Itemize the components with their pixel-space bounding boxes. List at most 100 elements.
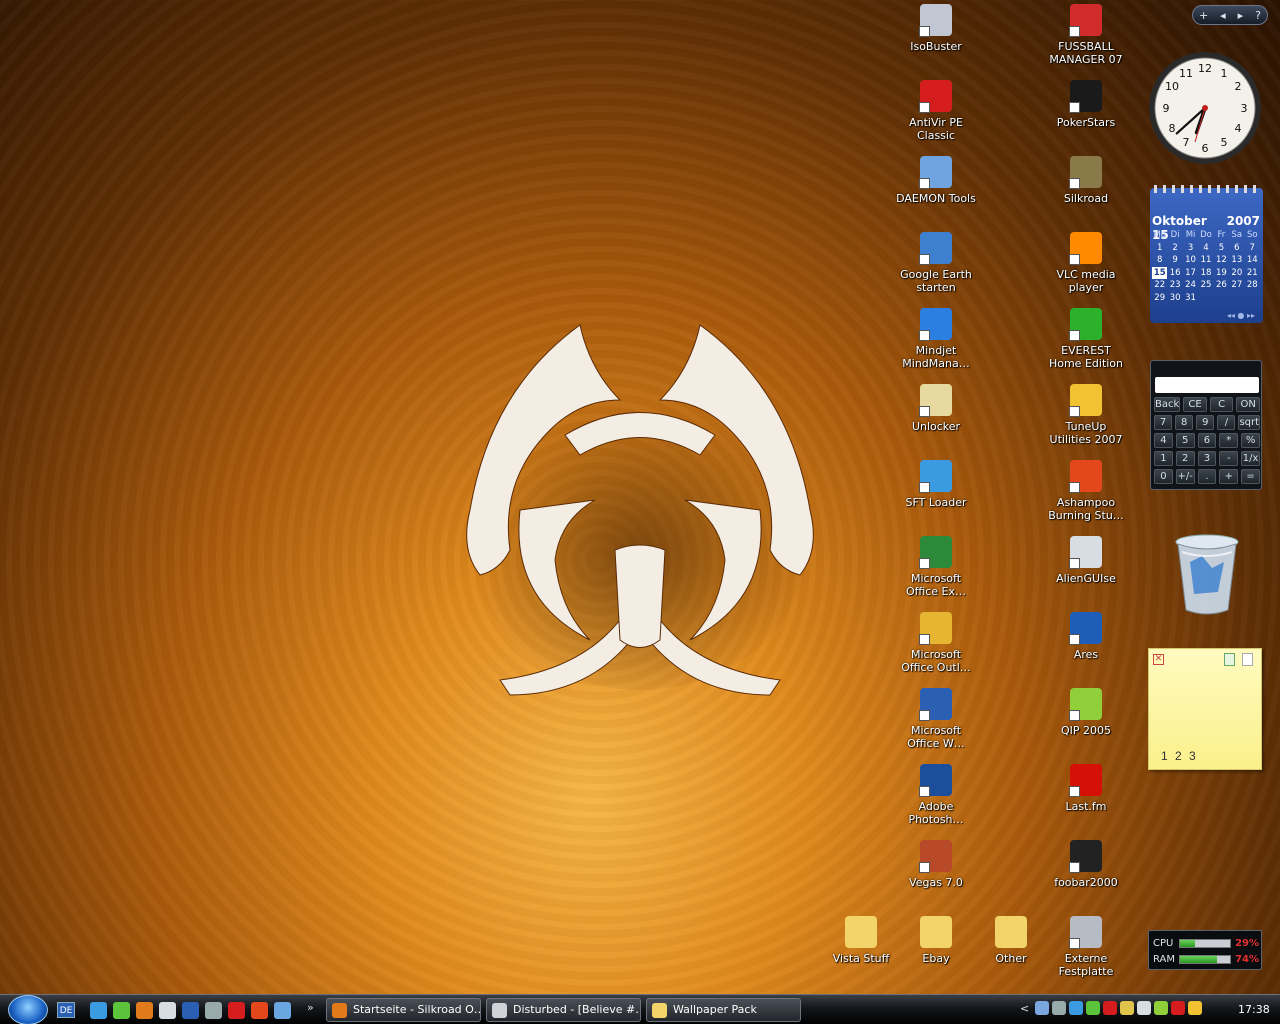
quick-launch-more-button[interactable]: » <box>307 1001 314 1014</box>
desktop-icon[interactable]: Silkroad <box>1046 156 1126 205</box>
desktop-icon[interactable]: VLC media player <box>1046 232 1126 294</box>
calculator-key[interactable]: % <box>1241 433 1260 448</box>
quick-launch-app-icon[interactable] <box>251 1002 268 1019</box>
quick-launch-app-icon[interactable] <box>205 1002 222 1019</box>
recycle-bin-icon[interactable] <box>1172 532 1242 616</box>
calendar-day[interactable]: 16 <box>1167 267 1182 280</box>
quick-launch-app-icon[interactable] <box>136 1002 153 1019</box>
calculator-key[interactable]: 2 <box>1175 451 1195 466</box>
tray-app-icon[interactable] <box>1035 1001 1050 1015</box>
calculator-key[interactable]: Back <box>1154 397 1181 412</box>
calendar-day[interactable]: 25 <box>1198 279 1213 292</box>
notes-gadget[interactable]: ✕ 1 2 3 <box>1148 648 1262 770</box>
tray-app-icon[interactable] <box>1103 1001 1118 1015</box>
calculator-key[interactable]: 4 <box>1154 433 1173 448</box>
calculator-key[interactable]: 0 <box>1154 469 1173 484</box>
desktop-icon[interactable]: EVEREST Home Edition <box>1046 308 1126 370</box>
quick-launch-app-icon[interactable] <box>159 1002 176 1019</box>
desktop-icon[interactable]: DAEMON Tools <box>896 156 976 205</box>
calculator-key[interactable]: 6 <box>1197 433 1217 448</box>
desktop-icon[interactable]: Other <box>971 916 1051 965</box>
desktop-icon[interactable]: Mindjet MindMana… <box>896 308 976 370</box>
calculator-key[interactable]: CE <box>1183 397 1207 412</box>
calculator-key[interactable]: 8 <box>1175 415 1194 430</box>
calendar-day[interactable]: 28 <box>1245 279 1260 292</box>
desktop-icon[interactable]: Google Earth starten <box>896 232 976 294</box>
tray-app-icon[interactable] <box>1120 1001 1135 1015</box>
calculator-key[interactable]: 5 <box>1175 433 1195 448</box>
calculator-key[interactable]: ON <box>1236 397 1261 412</box>
calendar-day[interactable]: 4 <box>1198 242 1213 255</box>
calendar-day[interactable]: 24 <box>1183 279 1198 292</box>
taskbar-button[interactable]: Startseite - Silkroad O… <box>326 998 481 1022</box>
tray-app-icon[interactable] <box>1171 1001 1186 1015</box>
calendar-nav[interactable]: ◂◂ ● ▸▸ <box>1227 311 1255 320</box>
tray-expand-button[interactable]: < <box>1020 1002 1029 1015</box>
calculator-key[interactable]: 9 <box>1196 415 1215 430</box>
taskbar-clock[interactable]: 17:38 <box>1238 1003 1270 1016</box>
tray-app-icon[interactable] <box>1188 1001 1203 1015</box>
tray-app-icon[interactable] <box>1086 1001 1101 1015</box>
calendar-day[interactable]: 18 <box>1198 267 1213 280</box>
calculator-gadget[interactable]: Back CE C ON 7 8 9/sqrt 4 5 6 *% 1 2 3-1/x 0 +/-. + = <box>1150 360 1262 490</box>
quick-launch-app-icon[interactable] <box>90 1002 107 1019</box>
calendar-day[interactable]: 14 <box>1245 254 1260 267</box>
clock-gadget[interactable]: 12 1 2 3 4 5 6 7 8 9 10 11 <box>1147 50 1263 166</box>
quick-launch-app-icon[interactable] <box>182 1002 199 1019</box>
desktop-icon[interactable]: QIP 2005 <box>1046 688 1126 737</box>
calendar-day[interactable]: 19 <box>1214 267 1229 280</box>
help-button[interactable]: ? <box>1255 9 1261 22</box>
desktop-icon[interactable]: Ashampoo Burning Stu… <box>1046 460 1126 522</box>
calculator-key[interactable]: 1 <box>1154 451 1173 466</box>
calendar-day[interactable]: 26 <box>1214 279 1229 292</box>
desktop-icon[interactable]: AlienGUIse <box>1046 536 1126 585</box>
calculator-key[interactable]: * <box>1219 433 1239 448</box>
calendar-day[interactable]: 20 <box>1229 267 1244 280</box>
calendar-day[interactable]: 27 <box>1229 279 1244 292</box>
calendar-day[interactable]: 12 <box>1214 254 1229 267</box>
calculator-display[interactable] <box>1155 377 1259 393</box>
desktop-icon[interactable]: PokerStars <box>1046 80 1126 129</box>
start-button[interactable] <box>8 995 48 1024</box>
desktop-icon[interactable]: Microsoft Office W… <box>896 688 976 750</box>
calendar-day[interactable]: 13 <box>1229 254 1244 267</box>
desktop-icon[interactable]: Ares <box>1046 612 1126 661</box>
calendar-day[interactable]: 22 <box>1152 279 1167 292</box>
desktop-icon[interactable]: FUSSBALL MANAGER 07 <box>1046 4 1126 66</box>
calendar-day[interactable]: 11 <box>1198 254 1213 267</box>
next-gadgets-button[interactable]: ▸ <box>1238 9 1244 22</box>
calendar-day[interactable]: 5 <box>1214 242 1229 255</box>
calculator-key[interactable]: sqrt <box>1238 415 1261 430</box>
desktop-icon[interactable]: AntiVir PE Classic <box>896 80 976 142</box>
tray-app-icon[interactable] <box>1154 1001 1169 1015</box>
calendar-day[interactable]: 23 <box>1167 279 1182 292</box>
desktop-icon[interactable]: Adobe Photosh… <box>896 764 976 826</box>
calendar-day[interactable]: 10 <box>1183 254 1198 267</box>
taskbar-button[interactable]: Wallpaper Pack <box>646 998 801 1022</box>
calculator-key[interactable]: = <box>1241 469 1260 484</box>
desktop-icon[interactable]: TuneUp Utilities 2007 <box>1046 384 1126 446</box>
desktop-icon[interactable]: foobar2000 <box>1046 840 1126 889</box>
taskbar-button[interactable]: Disturbed - [Believe #… <box>486 998 641 1022</box>
prev-gadgets-button[interactable]: ◂ <box>1220 9 1226 22</box>
calendar-day[interactable]: 1 <box>1152 242 1167 255</box>
calendar-day[interactable]: 8 <box>1152 254 1167 267</box>
calculator-key[interactable]: . <box>1197 469 1217 484</box>
calendar-day[interactable]: 29 <box>1152 292 1167 305</box>
calendar-gadget[interactable]: Oktober 15 2007 Mo Di Mi Do Fr Sa So 1 2 3 4 5 6 7 8 9 1… <box>1150 185 1263 323</box>
quick-launch-app-icon[interactable] <box>274 1002 291 1019</box>
calendar-day[interactable]: 3 <box>1183 242 1198 255</box>
quick-launch-app-icon[interactable] <box>113 1002 130 1019</box>
tray-app-icon[interactable] <box>1069 1001 1084 1015</box>
desktop-icon[interactable]: SFT Loader <box>896 460 976 509</box>
add-gadget-button[interactable]: + <box>1199 9 1208 22</box>
desktop-icon[interactable]: Ebay <box>896 916 976 965</box>
calendar-day[interactable]: 17 <box>1183 267 1198 280</box>
edit-note-button[interactable] <box>1224 653 1235 666</box>
desktop-icon[interactable]: Externe Festplatte <box>1046 916 1126 978</box>
calculator-key[interactable]: 1/x <box>1241 451 1260 466</box>
calendar-day[interactable]: 7 <box>1245 242 1260 255</box>
calendar-day[interactable]: 15 <box>1152 266 1168 279</box>
new-note-button[interactable] <box>1242 653 1253 666</box>
desktop-icon[interactable]: Last.fm <box>1046 764 1126 813</box>
